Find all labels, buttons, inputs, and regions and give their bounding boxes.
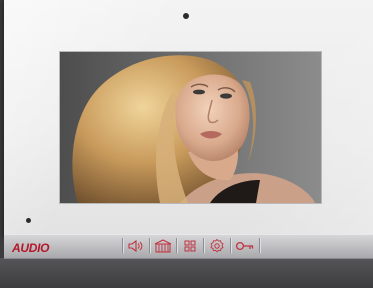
camera-feed-image [60,52,321,203]
settings-gear-icon [210,238,224,252]
menu-grid-icon [184,240,196,251]
menu-button[interactable] [177,237,203,254]
brand-name: UDIO [20,241,50,255]
speaker-button[interactable] [123,237,149,254]
base-edge [0,258,373,288]
door-gate-icon [154,238,172,252]
unlock-button[interactable] [231,237,259,254]
separator [259,238,260,253]
brand-logo: A UDIO [12,240,49,256]
settings-button[interactable] [204,237,230,254]
key-unlock-icon [235,241,254,250]
camera-lens-icon [183,13,189,19]
microphone-dot-icon [26,218,31,223]
brand-initial: A [12,241,21,255]
speaker-icon [128,239,143,252]
gate-button[interactable] [150,237,176,254]
video-screen[interactable] [59,51,322,204]
